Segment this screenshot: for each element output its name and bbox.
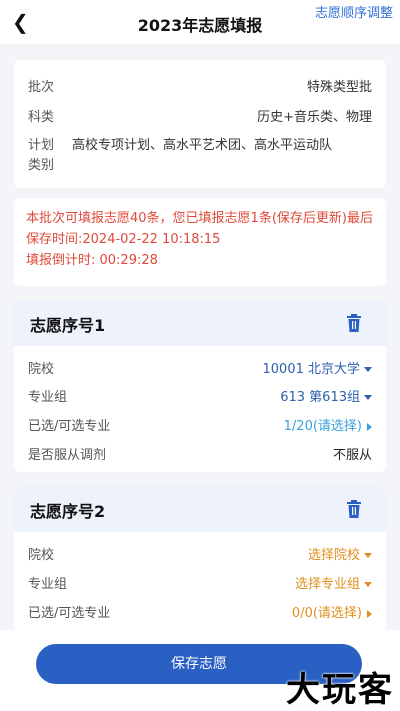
group-select-1[interactable]: 613 第613组	[280, 386, 372, 405]
adjust-row-1[interactable]: 是否服从调剂 不服从	[28, 444, 372, 464]
trash-icon[interactable]	[346, 500, 362, 518]
chevron-down-icon	[364, 553, 372, 558]
school-value: 10001 北京大学	[262, 362, 361, 377]
adjust-label: 是否服从调剂	[28, 448, 107, 463]
notice-message: 本批次可填报志愿40条，您已填报志愿1条(保存后更新)最后保存时间:2024-0…	[26, 208, 376, 271]
subject-value: 历史+音乐类、物理	[257, 110, 372, 125]
choice-header-2: 志愿序号2	[14, 486, 386, 532]
top-nav-bar: ❮ 2023年志愿填报 志愿顺序调整	[0, 0, 400, 44]
plan-row: 计划类别 高校专项计划、高水平艺术团、高水平运动队	[28, 136, 372, 180]
trash-icon[interactable]	[346, 314, 362, 332]
chevron-right-icon	[367, 609, 372, 618]
adjust-value[interactable]: 不服从	[333, 444, 372, 463]
watermark-logo: 大玩客	[286, 670, 394, 710]
batch-info-card: 批次 特殊类型批 科类 历史+音乐类、物理 计划类别 高校专项计划、高水平艺术团…	[14, 60, 386, 188]
chevron-down-icon	[364, 395, 372, 400]
major-select-2[interactable]: 0/0(请选择)	[292, 602, 372, 621]
subject-label: 科类	[28, 110, 55, 125]
school-placeholder: 选择院校	[307, 548, 360, 563]
group-label: 专业组	[28, 577, 68, 592]
major-row-2[interactable]: 已选/可选专业 0/0(请选择)	[28, 602, 372, 622]
chevron-right-icon	[367, 422, 372, 431]
plan-label: 计划类别	[28, 138, 55, 173]
choice-title-1: 志愿序号1	[30, 316, 106, 335]
plan-value: 高校专项计划、高水平艺术团、高水平运动队	[72, 138, 333, 153]
school-label: 院校	[28, 548, 55, 563]
group-placeholder: 选择专业组	[294, 577, 360, 592]
choice-header-1: 志愿序号1	[14, 300, 386, 346]
countdown-text: 填报倒计时: 00:29:28	[26, 253, 158, 268]
choice-card-1: 志愿序号1 院校 10001 北京大学 专业组 613 第613组 已选/可选专…	[14, 300, 386, 472]
reorder-choices-link[interactable]: 志愿顺序调整	[314, 6, 394, 22]
subject-row: 科类 历史+音乐类、物理	[28, 106, 372, 126]
school-row-2[interactable]: 院校 选择院校	[28, 544, 372, 564]
group-row-1[interactable]: 专业组 613 第613组	[28, 386, 372, 406]
major-label: 已选/可选专业	[28, 606, 111, 621]
major-placeholder: 0/0(请选择)	[291, 606, 362, 621]
batch-value: 特殊类型批	[306, 80, 372, 95]
chevron-down-icon	[364, 367, 372, 372]
group-value: 613 第613组	[280, 390, 360, 405]
notice-card: 本批次可填报志愿40条，您已填报志愿1条(保存后更新)最后保存时间:2024-0…	[14, 198, 386, 286]
batch-row: 批次 特殊类型批	[28, 76, 372, 96]
notice-body: 本批次可填报志愿40条，您已填报志愿1条(保存后更新)最后保存时间:2024-0…	[26, 211, 373, 247]
choice-card-2: 志愿序号2 院校 选择院校 专业组 选择专业组 已选/可选专业 0/0(请选择)	[14, 486, 386, 636]
school-row-1[interactable]: 院校 10001 北京大学	[28, 358, 372, 378]
chevron-down-icon	[364, 582, 372, 587]
major-label: 已选/可选专业	[28, 419, 111, 434]
major-value: 1/20(请选择)	[283, 419, 362, 434]
group-label: 专业组	[28, 390, 68, 405]
group-select-2[interactable]: 选择专业组	[295, 573, 372, 592]
major-select-1[interactable]: 1/20(请选择)	[284, 415, 372, 434]
school-label: 院校	[28, 362, 55, 377]
school-select-1[interactable]: 10001 北京大学	[262, 358, 372, 377]
major-row-1[interactable]: 已选/可选专业 1/20(请选择)	[28, 415, 372, 435]
batch-label: 批次	[28, 80, 55, 95]
school-select-2[interactable]: 选择院校	[308, 544, 372, 563]
choice-title-2: 志愿序号2	[30, 502, 106, 521]
group-row-2[interactable]: 专业组 选择专业组	[28, 573, 372, 593]
